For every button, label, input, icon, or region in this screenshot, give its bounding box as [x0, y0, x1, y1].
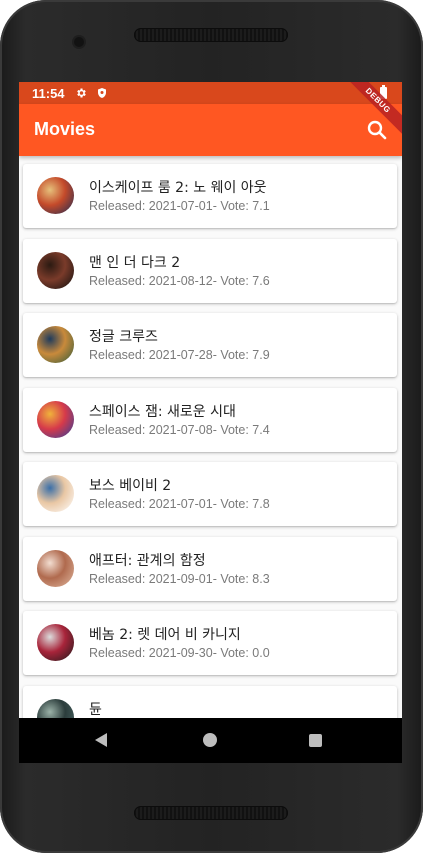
- movie-title: 맨 인 더 다크 2: [89, 254, 181, 271]
- movie-release-vote: Released: 2021-07-08- Vote: 7.4: [89, 422, 270, 437]
- status-time: 11:54: [32, 86, 65, 101]
- list-item[interactable]: 스페이스 잼: 새로운 시대 Released: 2021-07-08- Vote…: [23, 387, 397, 452]
- page-title: Movies: [34, 119, 96, 139]
- poster-avatar: [37, 251, 74, 289]
- movie-release-vote: Released: 2021-07-01- Vote: 7.1: [89, 199, 270, 213]
- poster-avatar: [37, 549, 74, 587]
- movie-title: 베놈 2: 렛 데어 비 카니지: [89, 627, 241, 643]
- movie-title: 스페이스 잼: 새로운 시대: [89, 403, 236, 420]
- list-item[interactable]: 듄: [23, 685, 397, 718]
- status-bar: 11:54 DEBUG: [19, 82, 402, 141]
- movie-release-vote: Released: 2021-07-01- Vote: 7.8: [89, 497, 270, 511]
- screen: 11:54 DEBUG Movies 이스케이프 룸 2: 노 웨이 아웃 Rel…: [19, 82, 402, 763]
- poster-avatar: [37, 177, 74, 214]
- earpiece-speaker: [134, 28, 288, 42]
- poster-avatar: [37, 624, 74, 661]
- list-item[interactable]: 애프터: 관계의 함정 Released: 2021-09-01- Vote: 8…: [23, 536, 397, 601]
- search-icon: [367, 120, 387, 140]
- app-bar: Movies: [19, 104, 402, 156]
- list-item[interactable]: 정글 크루즈 Released: 2021-07-28- Vote: 7.9: [23, 313, 397, 377]
- movie-release-vote: Released: 2021-09-30- Vote: 0.0: [89, 646, 270, 660]
- movie-title: 보스 베이비 2: [89, 478, 172, 494]
- movie-title: 애프터: 관계의 함정: [89, 552, 206, 569]
- list-item[interactable]: 보스 베이비 2 Released: 2021-07-01- Vote: 7.8: [23, 462, 397, 526]
- gear-icon: [74, 86, 88, 100]
- poster-avatar: [37, 400, 74, 438]
- list-item[interactable]: 맨 인 더 다크 2 Released: 2021-08-12- Vote: 7.…: [23, 238, 397, 303]
- device-frame: 11:54 DEBUG Movies 이스케이프 룸 2: 노 웨이 아웃 Rel…: [0, 0, 423, 853]
- home-icon[interactable]: [203, 733, 217, 747]
- movie-title: 듄: [89, 701, 102, 718]
- back-icon[interactable]: [95, 733, 107, 747]
- bottom-speaker: [134, 806, 288, 820]
- navigation-bar: [19, 718, 402, 763]
- poster-avatar: [37, 698, 74, 718]
- front-camera: [74, 37, 84, 47]
- movie-release-vote: Released: 2021-07-28- Vote: 7.9: [89, 348, 270, 362]
- search-button[interactable]: [365, 118, 389, 142]
- shield-icon: [95, 86, 109, 100]
- movie-title: 이스케이프 룸 2: 노 웨이 아웃: [89, 180, 267, 196]
- poster-avatar: [37, 475, 74, 512]
- poster-avatar: [37, 326, 74, 363]
- movie-list[interactable]: 이스케이프 룸 2: 노 웨이 아웃 Released: 2021-07-01- …: [19, 156, 402, 718]
- list-item[interactable]: 베놈 2: 렛 데어 비 카니지 Released: 2021-09-30- Vo…: [23, 611, 397, 675]
- movie-title: 정글 크루즈: [89, 329, 158, 345]
- list-item[interactable]: 이스케이프 룸 2: 노 웨이 아웃 Released: 2021-07-01- …: [23, 164, 397, 228]
- recents-icon[interactable]: [309, 734, 322, 747]
- movie-release-vote: Released: 2021-09-01- Vote: 8.3: [89, 571, 270, 586]
- movie-release-vote: Released: 2021-08-12- Vote: 7.6: [89, 273, 270, 288]
